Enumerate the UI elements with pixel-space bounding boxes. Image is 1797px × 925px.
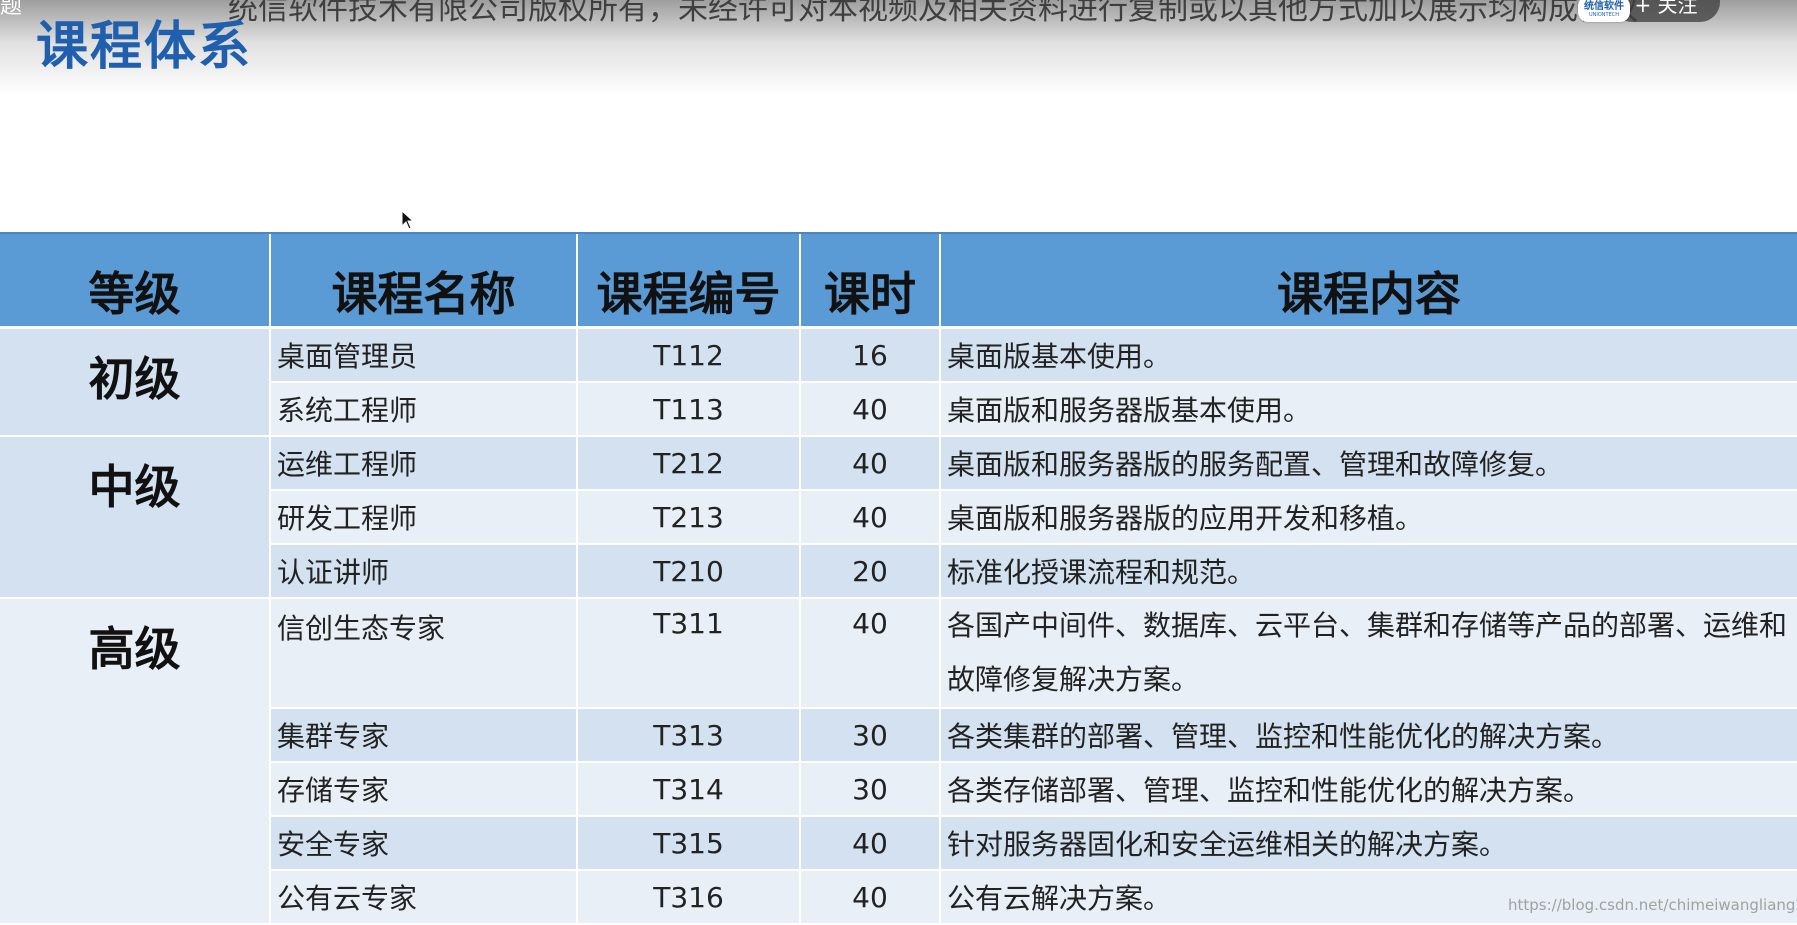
page-title: 课程体系 [36,17,253,77]
header-level: 等级 [0,232,270,329]
course-hours: 20 [799,544,940,599]
course-hours: 40 [799,490,940,545]
course-code: T316 [576,870,800,925]
course-name: 系统工程师 [269,382,577,437]
course-code: T313 [576,708,800,763]
course-content: 桌面版和服务器版的服务配置、管理和故障修复。 [939,436,1797,491]
course-hours: 30 [799,762,940,817]
table-row: 系统工程师 T113 40 桌面版和服务器版基本使用。 [0,382,1797,437]
course-hours: 16 [799,327,940,383]
course-content: 各类存储部署、管理、监控和性能优化的解决方案。 [939,762,1797,817]
course-content: 各国产中间件、数据库、云平台、集群和存储等产品的部署、运维和故障修复解决方案。 [939,598,1797,709]
course-code: T212 [576,436,800,491]
course-content: 桌面版基本使用。 [939,327,1797,383]
blog-watermark: https://blog.csdn.net/chimeiwangliang2 [1508,896,1797,914]
course-content: 标准化授课流程和规范。 [939,544,1797,599]
header-hours: 课时 [799,232,940,329]
course-hours: 40 [799,598,940,709]
header-course-name: 课程名称 [269,232,577,329]
course-hours: 40 [799,382,940,437]
table-row: 研发工程师 T213 40 桌面版和服务器版的应用开发和移植。 [0,490,1797,545]
course-code: T210 [576,544,800,599]
table-row: 初级 桌面管理员 T112 16 桌面版基本使用。 [0,327,1797,437]
course-name: 研发工程师 [269,490,577,545]
corner-title-fragment: 题 [0,0,23,19]
course-table: 等级 课程名称 课程编号 课时 课程内容 初级 桌面管理员 T112 16 桌面… [0,232,1797,925]
course-name: 认证讲师 [269,544,577,599]
course-hours: 30 [799,708,940,763]
table-row: 认证讲师 T210 20 标准化授课流程和规范。 [0,544,1797,599]
level-cell: 初级 [0,327,270,437]
header-content: 课程内容 [939,232,1797,329]
course-hours: 40 [799,870,940,925]
table-row: 存储专家 T314 30 各类存储部署、管理、监控和性能优化的解决方案。 [0,762,1797,817]
course-content: 桌面版和服务器版基本使用。 [939,382,1797,437]
course-name: 运维工程师 [269,436,577,491]
header-course-code: 课程编号 [576,232,800,329]
course-code: T314 [576,762,800,817]
table-row: 集群专家 T313 30 各类集群的部署、管理、监控和性能优化的解决方案。 [0,708,1797,763]
course-hours: 40 [799,436,940,491]
course-content: 桌面版和服务器版的应用开发和移植。 [939,490,1797,545]
course-name: 公有云专家 [269,870,577,925]
course-code: T311 [576,598,800,709]
course-name: 存储专家 [269,762,577,817]
mouse-cursor-icon [401,210,415,230]
course-name: 桌面管理员 [269,327,577,383]
table-row: 中级 运维工程师 T212 40 桌面版和服务器版的服务配置、管理和故障修复。 [0,436,1797,599]
table-row: 高级 信创生态专家 T311 40 各国产中间件、数据库、云平台、集群和存储等产… [0,598,1797,925]
table-row: 安全专家 T315 40 针对服务器固化和安全运维相关的解决方案。 [0,816,1797,871]
course-name: 安全专家 [269,816,577,871]
course-code: T315 [576,816,800,871]
course-code: T113 [576,382,800,437]
copyright-banner: 统信软件技术有限公司版权所有，未经许可对本视频及相关资料进行复制或以其他方式加以… [228,0,1638,27]
course-content: 针对服务器固化和安全运维相关的解决方案。 [939,816,1797,871]
course-name: 信创生态专家 [269,598,577,709]
uniontech-logo: 统信软件 UNIONTECH [1578,0,1630,22]
course-content: 各类集群的部署、管理、监控和性能优化的解决方案。 [939,708,1797,763]
course-code: T112 [576,327,800,383]
table-header-row: 等级 课程名称 课程编号 课时 课程内容 [0,232,1797,329]
course-hours: 40 [799,816,940,871]
course-name: 集群专家 [269,708,577,763]
level-cell: 中级 [0,436,270,599]
course-code: T213 [576,490,800,545]
level-cell: 高级 [0,598,270,925]
